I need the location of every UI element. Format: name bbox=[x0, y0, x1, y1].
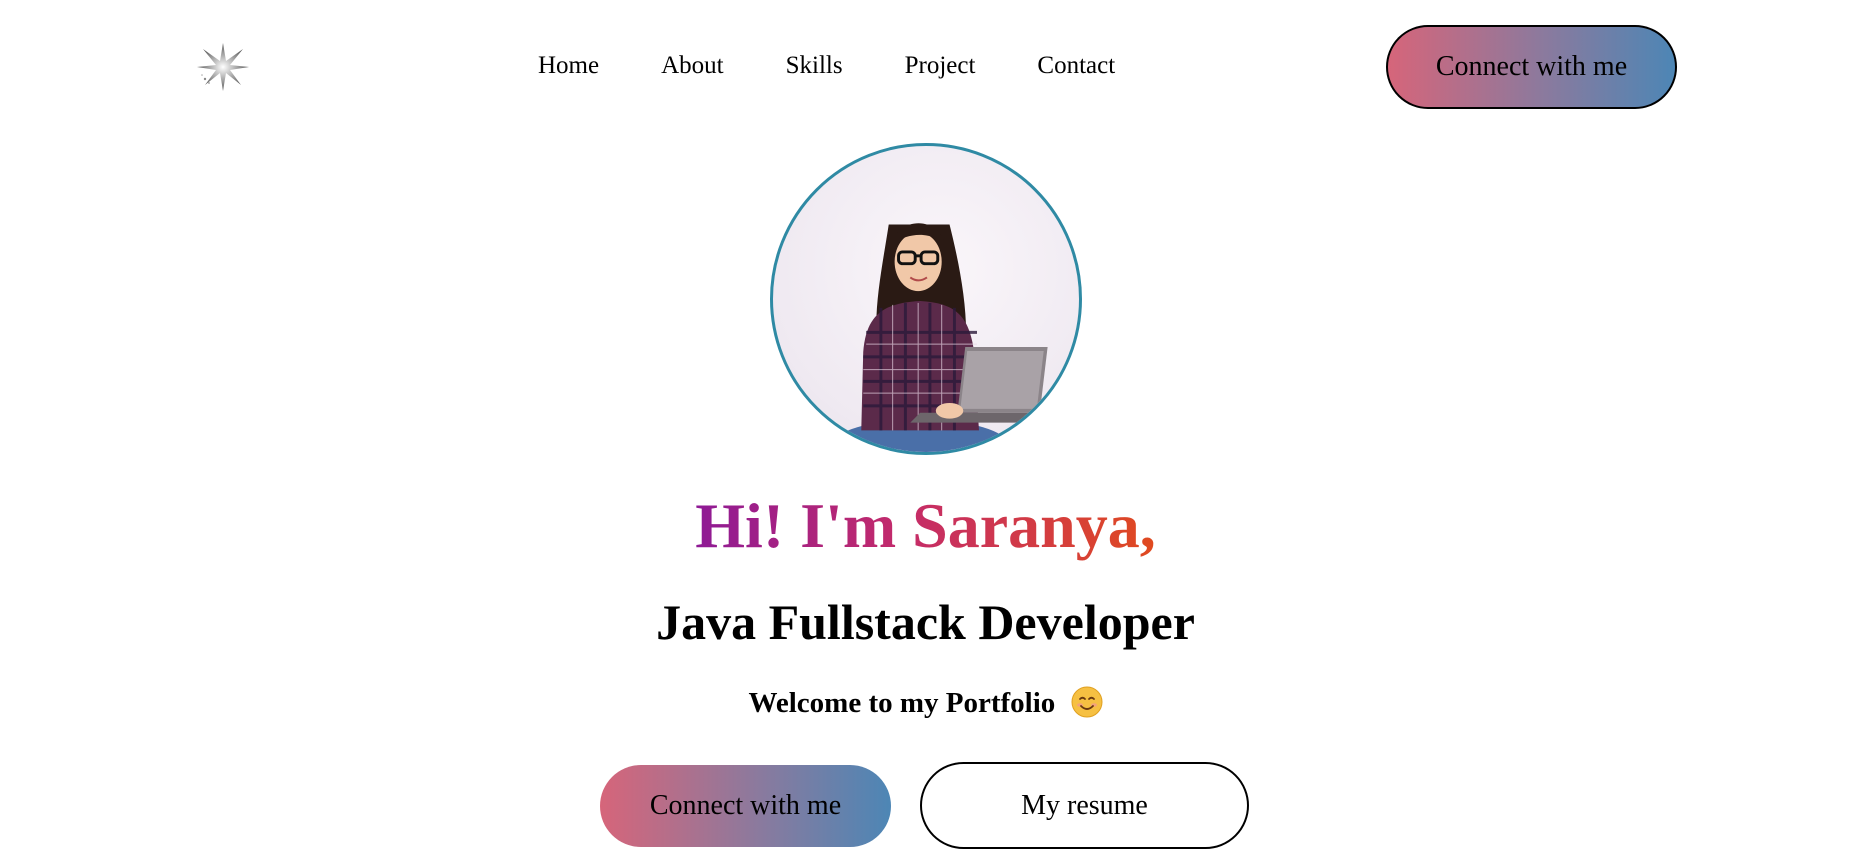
sparkle-star-icon bbox=[197, 43, 249, 91]
hero-role: Java Fullstack Developer bbox=[656, 594, 1195, 650]
resume-button[interactable]: My resume bbox=[920, 762, 1249, 849]
hero-greeting: Hi! I'm Saranya, bbox=[0, 486, 1851, 566]
hero-welcome: Welcome to my Portfolio bbox=[0, 683, 1851, 723]
nav-item-about[interactable]: About bbox=[661, 52, 724, 80]
nav-item-project[interactable]: Project bbox=[905, 52, 976, 80]
nav-item-skills[interactable]: Skills bbox=[786, 52, 843, 80]
avatar bbox=[770, 143, 1082, 455]
hero-welcome-text: Welcome to my Portfolio bbox=[748, 687, 1056, 719]
hero-greeting-text: Hi! I'm Saranya, bbox=[695, 490, 1156, 561]
logo[interactable] bbox=[178, 22, 268, 112]
smiling-face-icon bbox=[1071, 686, 1103, 718]
profile-photo bbox=[831, 223, 1048, 452]
nav-item-contact[interactable]: Contact bbox=[1037, 52, 1115, 80]
portfolio-page: Home About Skills Project Contact Connec… bbox=[0, 0, 1851, 850]
nav-item-home[interactable]: Home bbox=[538, 52, 599, 80]
hero-connect-button[interactable]: Connect with me bbox=[600, 765, 891, 847]
main-nav: Home About Skills Project Contact bbox=[538, 52, 1115, 80]
header-connect-button[interactable]: Connect with me bbox=[1386, 25, 1677, 109]
